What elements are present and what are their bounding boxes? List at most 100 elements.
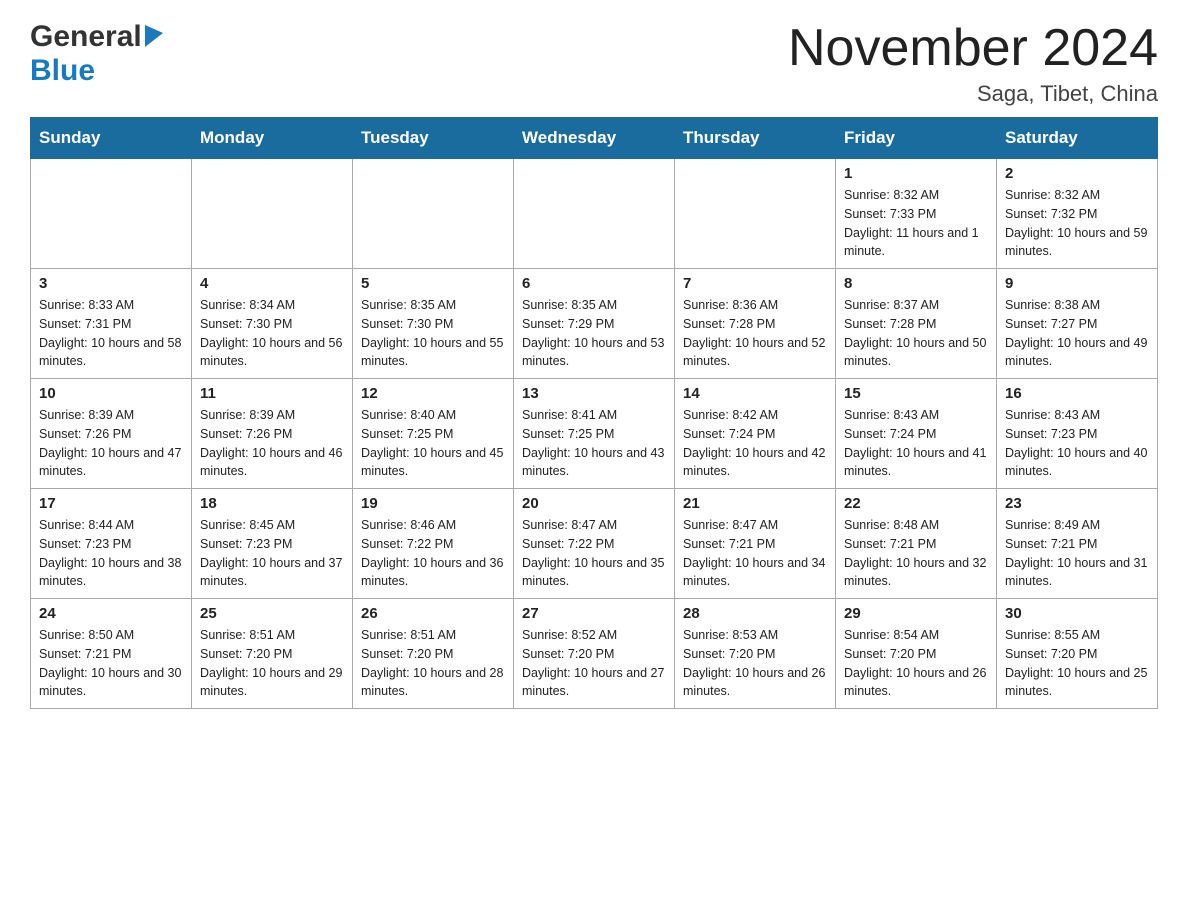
- day-number: 5: [361, 275, 505, 292]
- calendar-title: November 2024: [788, 20, 1158, 77]
- col-tuesday: Tuesday: [353, 118, 514, 159]
- logo-triangle-icon: [145, 25, 163, 52]
- day-number: 1: [844, 165, 988, 182]
- table-row: 13Sunrise: 8:41 AMSunset: 7:25 PMDayligh…: [514, 379, 675, 489]
- table-row: 8Sunrise: 8:37 AMSunset: 7:28 PMDaylight…: [836, 269, 997, 379]
- day-info: Sunrise: 8:36 AMSunset: 7:28 PMDaylight:…: [683, 296, 827, 371]
- day-number: 17: [39, 495, 183, 512]
- table-row: 23 Sunrise: 8:49 AMSunset: 7:21 PMDayligh…: [997, 489, 1158, 599]
- col-friday: Friday: [836, 118, 997, 159]
- table-row: 25Sunrise: 8:51 AMSunset: 7:20 PMDayligh…: [192, 599, 353, 709]
- table-row: 12 Sunrise: 8:40 AMSunset: 7:25 PMDayligh…: [353, 379, 514, 489]
- table-row: 22 Sunrise: 8:48 AMSunset: 7:21 PMDayligh…: [836, 489, 997, 599]
- day-info: Sunrise: 8:35 AMSunset: 7:30 PMDaylight:…: [361, 296, 505, 371]
- table-row: 24Sunrise: 8:50 AMSunset: 7:21 PMDayligh…: [31, 599, 192, 709]
- day-number: 27: [522, 605, 666, 622]
- day-info: Sunrise: 8:55 AMSunset: 7:20 PMDaylight:…: [1005, 626, 1149, 701]
- day-number: 8: [844, 275, 988, 292]
- day-info: Sunrise: 8:42 AMSunset: 7:24 PMDaylight:…: [683, 406, 827, 481]
- title-area: November 2024 Saga, Tibet, China: [788, 20, 1158, 107]
- table-row: 27 Sunrise: 8:52 AMSunset: 7:20 PMDayligh…: [514, 599, 675, 709]
- day-info: Sunrise: 8:39 AMSunset: 7:26 PMDaylight:…: [200, 406, 344, 481]
- day-number: 23: [1005, 495, 1149, 512]
- day-info: Sunrise: 8:52 AMSunset: 7:20 PMDaylight:…: [522, 626, 666, 701]
- day-info: Sunrise: 8:50 AMSunset: 7:21 PMDaylight:…: [39, 626, 183, 701]
- day-info: Sunrise: 8:43 AMSunset: 7:24 PMDaylight:…: [844, 406, 988, 481]
- day-number: 26: [361, 605, 505, 622]
- week-row-2: 3 Sunrise: 8:33 AMSunset: 7:31 PMDaylight…: [31, 269, 1158, 379]
- day-number: 22: [844, 495, 988, 512]
- day-info: Sunrise: 8:34 AMSunset: 7:30 PMDaylight:…: [200, 296, 344, 371]
- logo: General Blue: [30, 20, 163, 88]
- day-number: 19: [361, 495, 505, 512]
- day-info: Sunrise: 8:46 AMSunset: 7:22 PMDaylight:…: [361, 516, 505, 591]
- table-row: [675, 159, 836, 269]
- table-row: 6 Sunrise: 8:35 AMSunset: 7:29 PMDaylight…: [514, 269, 675, 379]
- day-info: Sunrise: 8:54 AMSunset: 7:20 PMDaylight:…: [844, 626, 988, 701]
- day-info: Sunrise: 8:32 AMSunset: 7:32 PMDaylight:…: [1005, 186, 1149, 261]
- col-thursday: Thursday: [675, 118, 836, 159]
- table-row: [353, 159, 514, 269]
- table-row: 1 Sunrise: 8:32 AMSunset: 7:33 PMDaylight…: [836, 159, 997, 269]
- table-row: 10 Sunrise: 8:39 AMSunset: 7:26 PMDayligh…: [31, 379, 192, 489]
- calendar-subtitle: Saga, Tibet, China: [788, 81, 1158, 107]
- day-number: 15: [844, 385, 988, 402]
- day-info: Sunrise: 8:32 AMSunset: 7:33 PMDaylight:…: [844, 186, 988, 261]
- day-number: 18: [200, 495, 344, 512]
- week-row-5: 24Sunrise: 8:50 AMSunset: 7:21 PMDayligh…: [31, 599, 1158, 709]
- day-info: Sunrise: 8:47 AMSunset: 7:22 PMDaylight:…: [522, 516, 666, 591]
- day-number: 7: [683, 275, 827, 292]
- day-number: 20: [522, 495, 666, 512]
- day-info: Sunrise: 8:48 AMSunset: 7:21 PMDaylight:…: [844, 516, 988, 591]
- day-number: 9: [1005, 275, 1149, 292]
- day-info: Sunrise: 8:40 AMSunset: 7:25 PMDaylight:…: [361, 406, 505, 481]
- table-row: 26 Sunrise: 8:51 AMSunset: 7:20 PMDayligh…: [353, 599, 514, 709]
- col-monday: Monday: [192, 118, 353, 159]
- day-info: Sunrise: 8:33 AMSunset: 7:31 PMDaylight:…: [39, 296, 183, 371]
- day-info: Sunrise: 8:35 AMSunset: 7:29 PMDaylight:…: [522, 296, 666, 371]
- day-info: Sunrise: 8:43 AMSunset: 7:23 PMDaylight:…: [1005, 406, 1149, 481]
- table-row: 29 Sunrise: 8:54 AMSunset: 7:20 PMDayligh…: [836, 599, 997, 709]
- table-row: 14 Sunrise: 8:42 AMSunset: 7:24 PMDayligh…: [675, 379, 836, 489]
- table-row: 28 Sunrise: 8:53 AMSunset: 7:20 PMDayligh…: [675, 599, 836, 709]
- table-row: 15 Sunrise: 8:43 AMSunset: 7:24 PMDayligh…: [836, 379, 997, 489]
- logo-general-text: General: [30, 20, 142, 54]
- table-row: 4Sunrise: 8:34 AMSunset: 7:30 PMDaylight…: [192, 269, 353, 379]
- week-row-4: 17 Sunrise: 8:44 AMSunset: 7:23 PMDayligh…: [31, 489, 1158, 599]
- day-info: Sunrise: 8:47 AMSunset: 7:21 PMDaylight:…: [683, 516, 827, 591]
- table-row: 11Sunrise: 8:39 AMSunset: 7:26 PMDayligh…: [192, 379, 353, 489]
- table-row: 18 Sunrise: 8:45 AMSunset: 7:23 PMDayligh…: [192, 489, 353, 599]
- day-number: 29: [844, 605, 988, 622]
- day-number: 25: [200, 605, 344, 622]
- table-row: 20 Sunrise: 8:47 AMSunset: 7:22 PMDayligh…: [514, 489, 675, 599]
- calendar-header-row: Sunday Monday Tuesday Wednesday Thursday…: [31, 118, 1158, 159]
- day-info: Sunrise: 8:45 AMSunset: 7:23 PMDaylight:…: [200, 516, 344, 591]
- day-info: Sunrise: 8:44 AMSunset: 7:23 PMDaylight:…: [39, 516, 183, 591]
- day-info: Sunrise: 8:53 AMSunset: 7:20 PMDaylight:…: [683, 626, 827, 701]
- day-number: 3: [39, 275, 183, 292]
- table-row: [192, 159, 353, 269]
- calendar-table: Sunday Monday Tuesday Wednesday Thursday…: [30, 117, 1158, 709]
- col-wednesday: Wednesday: [514, 118, 675, 159]
- day-info: Sunrise: 8:39 AMSunset: 7:26 PMDaylight:…: [39, 406, 183, 481]
- table-row: 3 Sunrise: 8:33 AMSunset: 7:31 PMDaylight…: [31, 269, 192, 379]
- table-row: 5 Sunrise: 8:35 AMSunset: 7:30 PMDaylight…: [353, 269, 514, 379]
- day-info: Sunrise: 8:51 AMSunset: 7:20 PMDaylight:…: [361, 626, 505, 701]
- table-row: [514, 159, 675, 269]
- col-saturday: Saturday: [997, 118, 1158, 159]
- table-row: 21 Sunrise: 8:47 AMSunset: 7:21 PMDayligh…: [675, 489, 836, 599]
- day-number: 2: [1005, 165, 1149, 182]
- table-row: 30Sunrise: 8:55 AMSunset: 7:20 PMDayligh…: [997, 599, 1158, 709]
- day-number: 10: [39, 385, 183, 402]
- col-sunday: Sunday: [31, 118, 192, 159]
- day-info: Sunrise: 8:49 AMSunset: 7:21 PMDaylight:…: [1005, 516, 1149, 591]
- day-number: 14: [683, 385, 827, 402]
- table-row: 16Sunrise: 8:43 AMSunset: 7:23 PMDayligh…: [997, 379, 1158, 489]
- day-number: 28: [683, 605, 827, 622]
- day-number: 12: [361, 385, 505, 402]
- day-number: 6: [522, 275, 666, 292]
- day-info: Sunrise: 8:38 AMSunset: 7:27 PMDaylight:…: [1005, 296, 1149, 371]
- day-number: 21: [683, 495, 827, 512]
- table-row: 2 Sunrise: 8:32 AMSunset: 7:32 PMDaylight…: [997, 159, 1158, 269]
- header: General Blue November 2024 Saga, Tibet, …: [30, 20, 1158, 107]
